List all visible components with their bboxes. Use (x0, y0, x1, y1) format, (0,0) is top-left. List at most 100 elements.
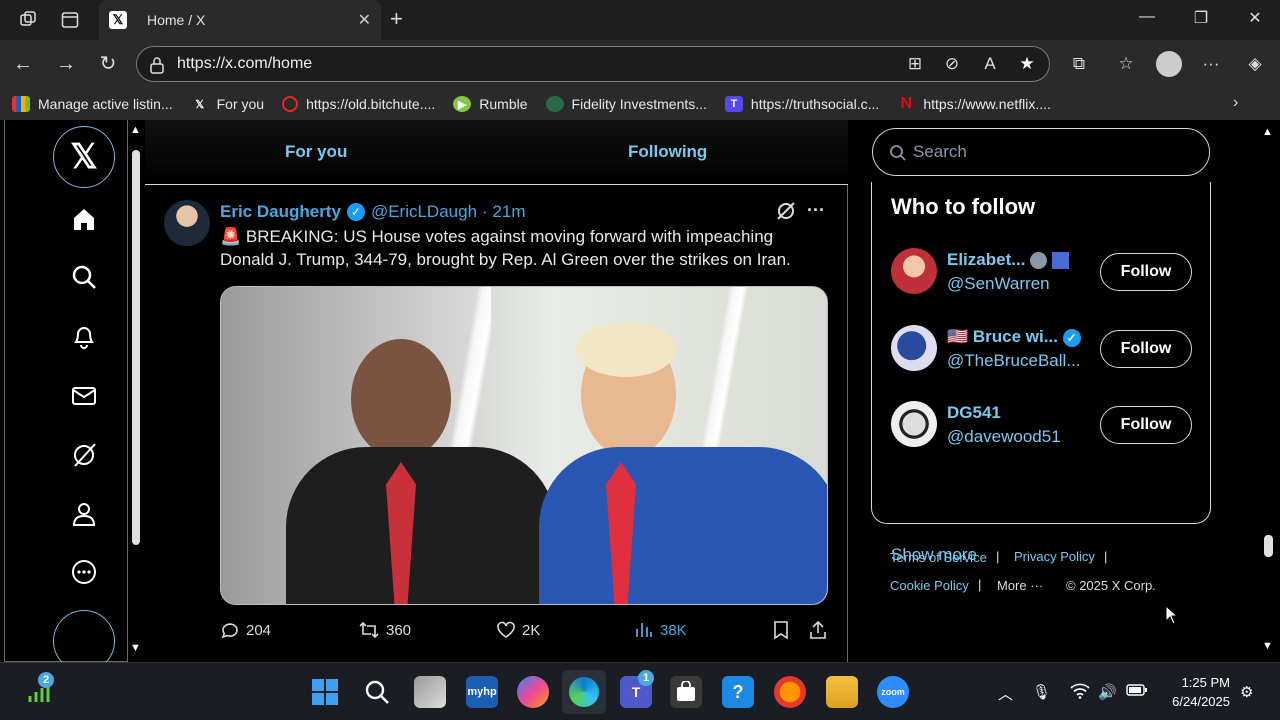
tab-for-you[interactable]: For you (285, 142, 347, 162)
messages-envelope-icon[interactable] (64, 376, 104, 416)
follow-suggestion[interactable]: 🇺🇸 Bruce wi... ✓ @TheBruceBall... Follow (891, 325, 1201, 375)
bookmark-bitchute[interactable]: https://old.bitchute.... (282, 96, 435, 112)
refresh-icon[interactable]: ↻ (96, 52, 120, 76)
copilot-app-icon[interactable] (517, 676, 549, 708)
suggestion-name[interactable]: DG541 (947, 403, 1001, 423)
profile-person-icon[interactable] (64, 494, 104, 534)
suggestion-handle[interactable]: @SenWarren (947, 274, 1050, 294)
more-options-icon[interactable] (64, 552, 104, 592)
myhp-icon[interactable]: myhp (466, 676, 498, 708)
microphone-icon[interactable]: 🎙 (1032, 683, 1051, 701)
zoom-icon[interactable]: zoom (877, 676, 909, 708)
right-scrollbar[interactable]: ▲ ▼ (1260, 120, 1276, 662)
grok-icon[interactable] (64, 435, 104, 475)
footer-more-link[interactable]: More ··· (997, 578, 1043, 593)
home-icon[interactable] (64, 199, 104, 239)
share-button[interactable] (808, 620, 834, 640)
x-logo-icon[interactable]: 𝕏 (53, 126, 115, 188)
notifications-bell-icon[interactable] (64, 316, 104, 356)
browser-tab-active[interactable]: 𝕏 Home / X ✕ (99, 0, 381, 40)
follow-suggestion[interactable]: DG541 @davewood51 Follow (891, 401, 1201, 451)
tweet-time[interactable]: · 21m (482, 202, 525, 222)
new-tab-icon[interactable]: + (390, 6, 403, 32)
firefox-icon[interactable] (774, 676, 806, 708)
notifications-icon[interactable]: ⚙ (1240, 683, 1253, 701)
back-icon[interactable]: ← (11, 52, 35, 76)
cookie-link[interactable]: Cookie Policy (890, 578, 969, 593)
copilot-icon[interactable]: ◈ (1243, 52, 1267, 76)
bookmark-rumble[interactable]: ▶ Rumble (453, 96, 528, 112)
tweet-author-avatar[interactable] (164, 200, 210, 246)
edge-app-icon[interactable] (562, 670, 606, 714)
explore-search-icon[interactable] (64, 257, 104, 297)
avatar[interactable] (891, 325, 937, 371)
suggestion-name[interactable]: 🇺🇸 Bruce wi... ✓ (947, 327, 1081, 347)
forward-icon[interactable]: → (54, 52, 78, 76)
tweet-author-handle[interactable]: @EricLDaugh (371, 202, 477, 222)
read-aloud-icon[interactable]: A (978, 52, 1002, 76)
suggestion-handle[interactable]: @TheBruceBall... (947, 351, 1080, 371)
scroll-down-icon[interactable]: ▼ (130, 642, 141, 654)
file-explorer-icon[interactable] (826, 676, 858, 708)
bookmark-ebay[interactable]: Manage active listin... (12, 96, 173, 112)
battery-icon[interactable] (1126, 683, 1148, 701)
suggestion-handle[interactable]: @davewood51 (947, 427, 1061, 447)
tweet-image[interactable] (220, 286, 828, 605)
repost-button[interactable]: 360 (358, 620, 411, 640)
minimize-icon[interactable]: — (1132, 8, 1162, 26)
like-button[interactable]: 2K (496, 620, 540, 640)
suggestion-name[interactable]: Elizabet... (947, 250, 1069, 270)
window-close-icon[interactable]: ✕ (1240, 8, 1270, 28)
follow-button[interactable]: Follow (1100, 253, 1192, 291)
bookmark-x[interactable]: 𝕏 For you (191, 96, 264, 112)
tab-following[interactable]: Following (628, 142, 707, 162)
wifi-icon[interactable] (1070, 683, 1090, 703)
scroll-up-icon[interactable]: ▲ (1262, 126, 1273, 138)
volume-icon[interactable]: 🔊 (1098, 683, 1117, 701)
search-input[interactable]: Search (872, 128, 1210, 176)
teams-icon[interactable]: T 1 (620, 670, 654, 708)
follow-button[interactable]: Follow (1100, 406, 1192, 444)
tweet-author-name[interactable]: Eric Daugherty (220, 202, 341, 222)
workspaces-icon[interactable] (16, 8, 40, 32)
tweet-more-icon[interactable]: ··· (807, 200, 825, 221)
grok-explain-icon[interactable] (775, 200, 797, 227)
post-button[interactable] (53, 610, 115, 662)
scroll-up-icon[interactable]: ▲ (130, 124, 141, 136)
follow-button[interactable]: Follow (1100, 330, 1192, 368)
right-scrollbar-thumb[interactable] (1264, 535, 1273, 557)
avatar[interactable] (891, 401, 937, 447)
tab-actions-icon[interactable] (58, 8, 82, 32)
privacy-link[interactable]: Privacy Policy (1014, 549, 1095, 564)
favorite-star-icon[interactable]: ★ (1015, 52, 1039, 76)
bookmark-fidelity[interactable]: Fidelity Investments... (545, 96, 707, 112)
follow-suggestion[interactable]: Elizabet... @SenWarren Follow (891, 248, 1201, 298)
start-windows-icon[interactable] (309, 676, 341, 708)
tray-overflow-chevron-icon[interactable]: ︿ (998, 683, 1013, 704)
bookmark-netflix[interactable]: Nhttps://www.netflix.... (897, 95, 1051, 112)
views-button[interactable]: 38K (634, 620, 687, 640)
stocks-widget-icon[interactable]: 2 (24, 672, 56, 708)
tracking-prevention-icon[interactable]: ⊘ (940, 52, 964, 76)
restore-icon[interactable]: ❐ (1186, 8, 1216, 28)
tab-close-icon[interactable]: ✕ (358, 10, 371, 30)
terms-link[interactable]: Terms of Service (890, 550, 987, 565)
gray-verified-icon (1030, 252, 1048, 270)
scroll-down-icon[interactable]: ▼ (1262, 640, 1273, 652)
bookmark-button[interactable] (772, 620, 796, 640)
taskbar-search-icon[interactable] (361, 676, 393, 708)
settings-more-icon[interactable]: ··· (1199, 52, 1223, 76)
store-icon[interactable] (670, 676, 702, 708)
extensions-icon[interactable]: ⧉ (1067, 52, 1091, 76)
reply-button[interactable]: 204 (220, 620, 271, 640)
help-icon[interactable]: ? (722, 676, 754, 708)
profile-avatar-icon[interactable] (1156, 51, 1182, 77)
system-clock[interactable]: 1:25 PM 6/24/2025 (1160, 673, 1230, 711)
bookmarks-overflow-icon[interactable]: › (1233, 94, 1238, 112)
bookmark-truthsocial[interactable]: Thttps://truthsocial.c... (724, 96, 879, 112)
favorites-icon[interactable]: ☆ (1114, 52, 1138, 76)
left-scrollbar-thumb[interactable] (132, 150, 140, 545)
avatar[interactable] (891, 248, 937, 294)
task-view-icon[interactable] (414, 676, 446, 708)
app-available-icon[interactable]: ⊞ (903, 52, 927, 76)
